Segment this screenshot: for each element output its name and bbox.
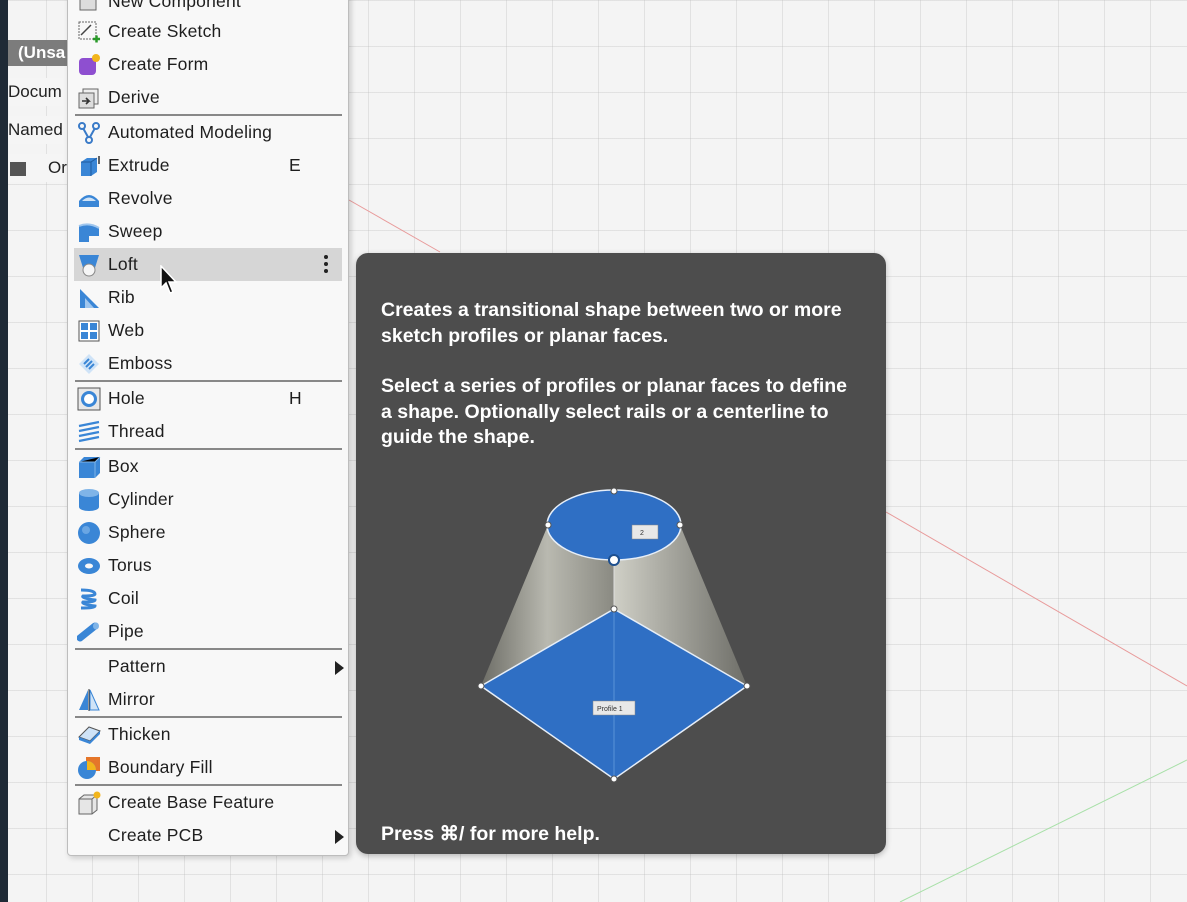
- mouse-pointer-icon: [160, 265, 178, 294]
- document-title: (Unsa: [8, 40, 70, 66]
- menu-item-label: Sphere: [108, 522, 166, 542]
- menu-item-pattern[interactable]: Pattern: [74, 650, 344, 683]
- torus-icon: [78, 558, 100, 574]
- menu-item-label: Boundary Fill: [108, 757, 213, 777]
- profile-1-label: Profile 1: [597, 706, 623, 713]
- menu-item-label: Hole: [108, 388, 145, 408]
- loft-tooltip: Creates a transitional shape between two…: [356, 253, 886, 854]
- automated-modeling-icon: [78, 122, 100, 144]
- menu-item-mirror[interactable]: Mirror: [74, 683, 342, 716]
- derive-icon: [78, 88, 99, 109]
- more-options-icon[interactable]: [324, 255, 328, 276]
- menu-item-label: Coil: [108, 588, 139, 608]
- boundary-fill-icon: [78, 757, 100, 779]
- menu-item-create-pcb[interactable]: Create PCB: [74, 819, 344, 852]
- submenu-arrow-icon: [335, 661, 344, 675]
- pipe-icon: [77, 622, 99, 642]
- coil-icon: [80, 588, 97, 610]
- profile-2-label: 2: [640, 530, 644, 537]
- create-base-feature-icon: [78, 791, 101, 815]
- tooltip-description: Creates a transitional shape between two…: [381, 299, 842, 347]
- menu-item-label: Create Sketch: [108, 21, 222, 41]
- menu-item-label: Derive: [108, 87, 160, 107]
- menu-item-pipe[interactable]: Pipe: [74, 615, 342, 648]
- browser-row-label: Or: [48, 158, 67, 177]
- menu-item-label: Pipe: [108, 621, 144, 641]
- browser-row-document-settings[interactable]: Docum: [8, 78, 70, 106]
- new-component-icon: [79, 0, 97, 11]
- menu-item-sweep[interactable]: Sweep: [74, 215, 342, 248]
- hole-icon: [77, 387, 101, 411]
- menu-item-web[interactable]: Web: [74, 314, 342, 347]
- emboss-icon: [79, 354, 99, 374]
- revolve-icon: [79, 195, 99, 207]
- mirror-icon: [79, 689, 100, 711]
- browser-panel: (Unsa Docum Named Or: [8, 0, 70, 902]
- sphere-icon: [78, 522, 100, 544]
- create-form-icon: [79, 54, 100, 75]
- extrude-icon: [81, 156, 100, 176]
- menu-item-label: Thicken: [108, 724, 171, 744]
- menu-item-label: Create PCB: [108, 825, 204, 845]
- menu-item-label: Create Form: [108, 54, 209, 74]
- browser-row-named-views[interactable]: Named: [8, 116, 70, 144]
- menu-item-torus[interactable]: Torus: [74, 549, 342, 582]
- thicken-icon: [78, 726, 101, 744]
- menu-item-label: Revolve: [108, 188, 173, 208]
- menu-item-label: Pattern: [108, 656, 166, 676]
- menu-item-sphere[interactable]: Sphere: [74, 516, 342, 549]
- tooltip-help-hint: Press ⌘/ for more help.: [381, 823, 600, 845]
- menu-item-cylinder[interactable]: Cylinder: [74, 483, 342, 516]
- menu-item-create-sketch[interactable]: Create Sketch: [74, 15, 342, 48]
- menu-item-label: Rib: [108, 287, 135, 307]
- folder-icon: [10, 162, 26, 176]
- menu-item-label: Thread: [108, 421, 165, 441]
- menu-item-create-base-feature[interactable]: Create Base Feature: [74, 786, 342, 819]
- menu-item-label: Mirror: [108, 689, 155, 709]
- menu-item-label: Box: [108, 456, 139, 476]
- box-icon: [79, 456, 101, 478]
- browser-row-origin[interactable]: Or: [8, 154, 70, 182]
- loft-icon: [79, 255, 99, 277]
- create-context-menu: New Component Create Sketch Create Form …: [67, 0, 349, 856]
- submenu-arrow-icon: [335, 830, 344, 844]
- menu-item-boundary-fill[interactable]: Boundary Fill: [74, 751, 342, 784]
- menu-item-thicken[interactable]: Thicken: [74, 718, 342, 751]
- cylinder-icon: [79, 489, 99, 511]
- shortcut-label: H: [289, 388, 302, 408]
- menu-item-label: Web: [108, 320, 145, 340]
- menu-item-hole[interactable]: Hole H: [74, 382, 342, 415]
- menu-item-thread[interactable]: Thread: [74, 415, 342, 448]
- menu-item-label: Automated Modeling: [108, 122, 273, 142]
- menu-item-label: Torus: [108, 555, 152, 575]
- menu-item-derive[interactable]: Derive: [74, 81, 342, 114]
- thread-icon: [78, 420, 100, 443]
- web-icon: [78, 320, 100, 342]
- loft-illustration: 2 Profile 1: [477, 487, 751, 783]
- menu-item-emboss[interactable]: Emboss: [74, 347, 342, 380]
- menu-item-automated-modeling[interactable]: Automated Modeling: [74, 116, 342, 149]
- menu-item-create-form[interactable]: Create Form: [74, 48, 342, 81]
- tooltip-instructions: Select a series of profiles or planar fa…: [381, 375, 848, 448]
- menu-item-extrude[interactable]: Extrude E: [74, 149, 342, 182]
- shortcut-label: E: [289, 155, 301, 175]
- menu-item-label: Loft: [108, 254, 138, 274]
- menu-item-coil[interactable]: Coil: [74, 582, 342, 615]
- sweep-icon: [78, 223, 100, 242]
- menu-item-label: Cylinder: [108, 489, 174, 509]
- menu-item-label: Sweep: [108, 221, 163, 241]
- menu-item-revolve[interactable]: Revolve: [74, 182, 342, 215]
- menu-item-label: Emboss: [108, 353, 173, 373]
- menu-item-label: Create Base Feature: [108, 792, 275, 812]
- menu-item-label: Extrude: [108, 155, 170, 175]
- menu-item-loft[interactable]: Loft: [74, 248, 342, 281]
- create-sketch-icon: [78, 21, 100, 43]
- rib-icon: [80, 289, 99, 308]
- left-window-edge: [0, 0, 8, 902]
- menu-item-box[interactable]: Box: [74, 450, 342, 483]
- menu-item-rib[interactable]: Rib: [74, 281, 342, 314]
